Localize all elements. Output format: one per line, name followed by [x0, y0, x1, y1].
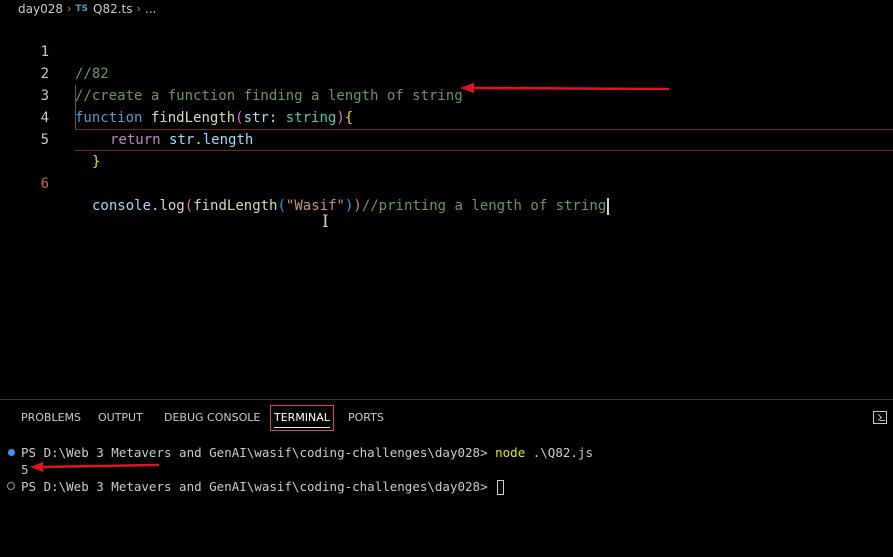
command-status-dot — [8, 449, 15, 456]
terminal-command: node — [495, 445, 526, 460]
code-method: log — [159, 198, 185, 214]
tab-problems[interactable]: PROBLEMS — [21, 411, 81, 424]
typescript-file-icon: TS — [75, 3, 89, 14]
code-line[interactable]: 4 return str.length — [0, 85, 893, 148]
line-number: 6 — [40, 176, 49, 192]
code-paren: ) — [353, 198, 362, 214]
breadcrumb-folder[interactable]: day028 — [18, 2, 63, 16]
code-object: console — [92, 198, 152, 214]
vscode-window: day028 › TS Q82.ts › ... 1 //82 2 //crea… — [0, 0, 893, 557]
tab-terminal[interactable]: TERMINAL — [270, 405, 334, 431]
terminal-prompt: PS D:\Web 3 Metavers and GenAI\wasif\cod… — [21, 479, 496, 494]
command-status-dot — [7, 482, 15, 490]
code-line[interactable]: 5 } — [0, 107, 893, 170]
chevron-right-icon: › — [66, 2, 72, 15]
terminal-command-arg: .\Q82.js — [525, 445, 593, 460]
terminal-cursor — [497, 480, 505, 495]
code-paren: ( — [184, 198, 194, 214]
code-function-call: findLength — [193, 198, 278, 214]
tab-output[interactable]: OUTPUT — [98, 411, 143, 424]
code-paren: ( — [277, 198, 286, 214]
code-string: "Wasif" — [285, 198, 345, 214]
breadcrumb-file[interactable]: Q82.ts — [93, 2, 133, 16]
terminal-maximize-icon[interactable] — [873, 411, 887, 424]
text-caret — [607, 197, 610, 215]
code-line[interactable]: 3 function findLength(str: string){ — [0, 63, 893, 126]
breadcrumb-symbol[interactable]: ... — [145, 2, 156, 16]
annotation-arrow — [30, 462, 160, 472]
code-comment: //printing a length of string — [361, 198, 607, 214]
terminal-line: PS D:\Web 3 Metavers and GenAI\wasif\cod… — [21, 478, 505, 495]
tab-ports[interactable]: PORTS — [348, 411, 384, 424]
code-line[interactable]: 2 //create a function finding a length o… — [0, 41, 893, 104]
breadcrumb: day028 › TS Q82.ts › ... — [0, 0, 893, 17]
text-cursor-icon: I — [322, 212, 329, 232]
code-line-active[interactable]: 6 console.log(findLength("Wasif"))//prin… — [0, 129, 893, 215]
terminal[interactable]: PS D:\Web 3 Metavers and GenAI\wasif\cod… — [0, 442, 893, 557]
annotation-arrow — [460, 83, 670, 93]
current-line-highlight — [75, 129, 893, 151]
code-line[interactable]: 1 //82 — [0, 19, 893, 82]
code-brace: } — [92, 154, 101, 170]
code-editor[interactable]: 1 //82 2 //create a function finding a l… — [0, 19, 893, 399]
tab-debug-console[interactable]: DEBUG CONSOLE — [164, 411, 260, 424]
chevron-right-icon: › — [136, 2, 141, 15]
panel-tab-bar: PROBLEMS OUTPUT DEBUG CONSOLE TERMINAL P… — [0, 400, 893, 436]
